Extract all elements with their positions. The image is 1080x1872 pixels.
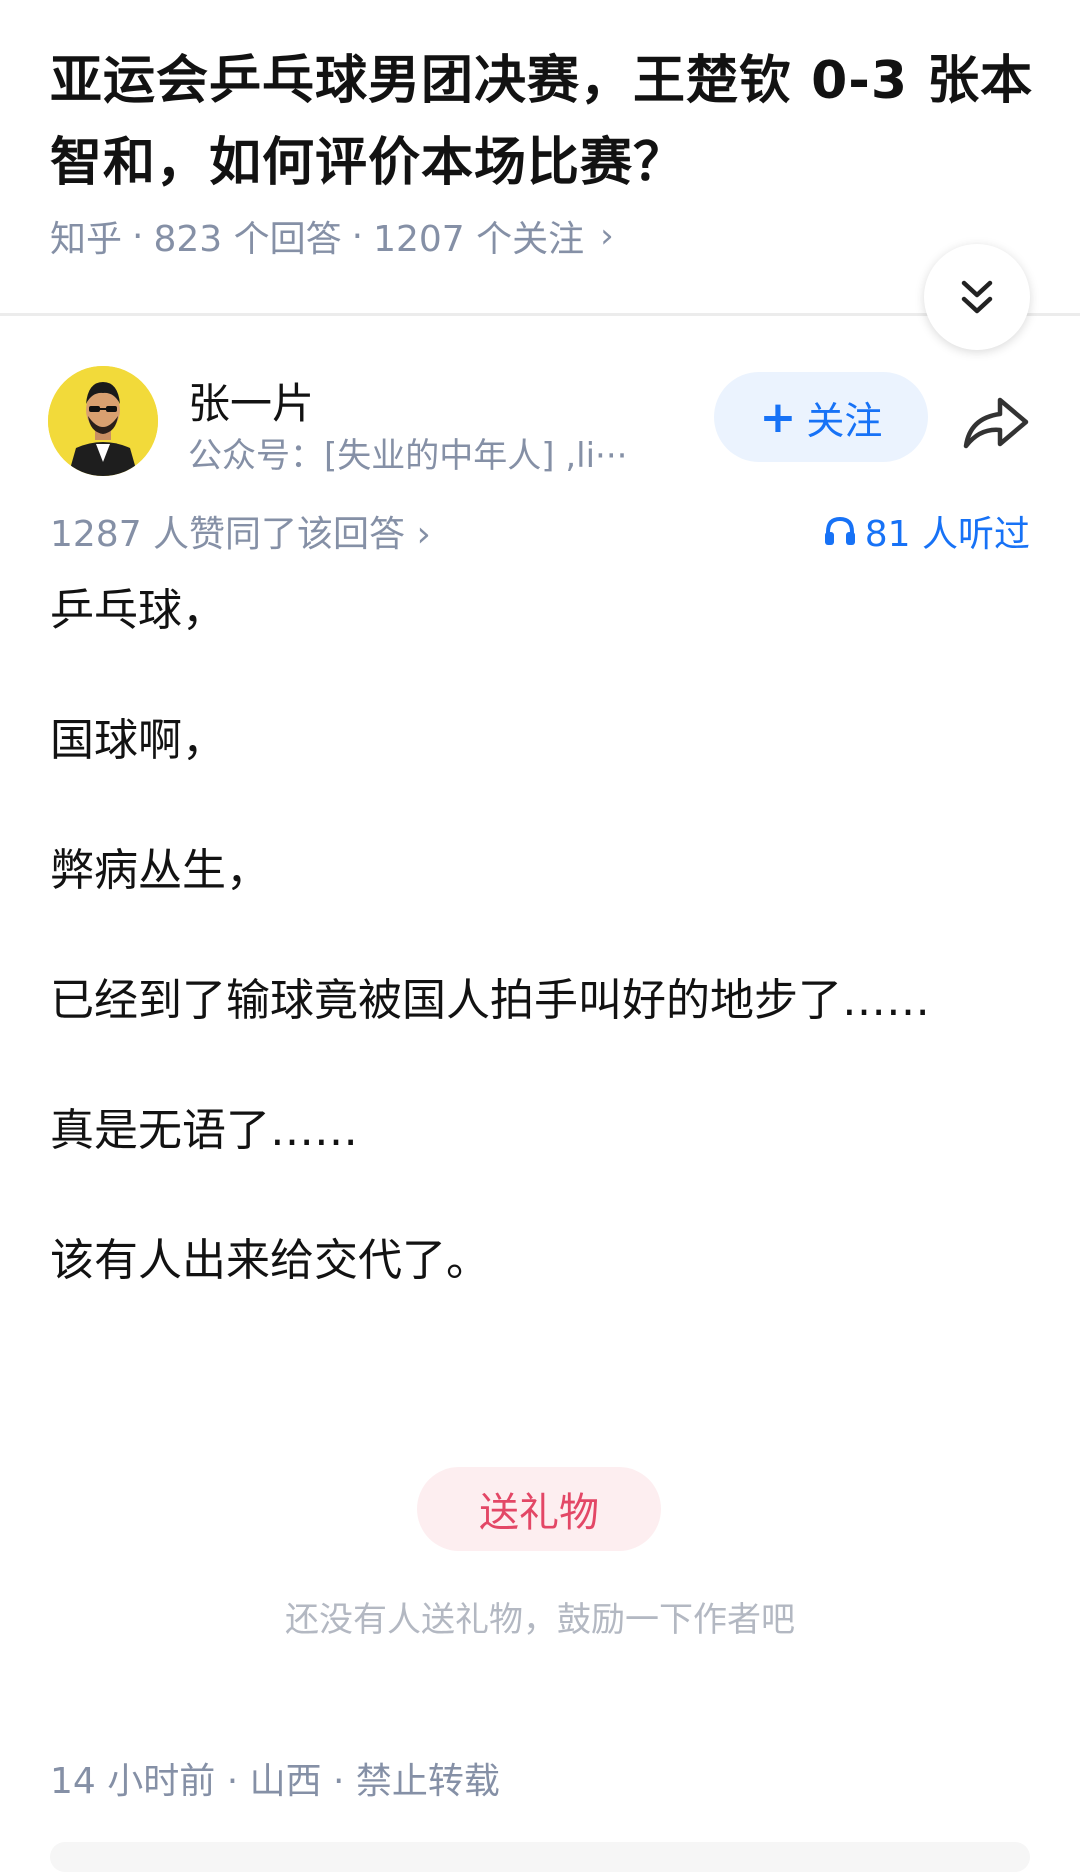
bottom-bar (50, 1842, 1030, 1872)
author-name[interactable]: 张一片 (188, 370, 314, 431)
source-label: 知乎 (50, 219, 123, 260)
answer-paragraph: 国球啊， (50, 715, 226, 766)
headphones-icon (824, 516, 855, 545)
gift-hint: 还没有人送礼物，鼓励一下作者吧 (285, 1600, 795, 1640)
chevron-right-icon: › (600, 216, 614, 256)
vote-count[interactable]: 1287 人赞同了该回答 › (50, 505, 431, 557)
double-chevron-down-icon (961, 280, 993, 314)
divider (0, 313, 1080, 316)
avatar-image (48, 366, 158, 476)
meta-separator: · (351, 215, 364, 257)
listen-count[interactable]: 81 人听过 (823, 505, 1030, 557)
post-meta: 14 小时前 · 山西 · 禁止转载 (50, 1761, 500, 1802)
answer-paragraph: 真是无语了…… (50, 1105, 358, 1156)
follow-button[interactable]: + 关注 (714, 372, 928, 462)
answer-paragraph: 乒乓球， (50, 585, 226, 636)
share-icon[interactable] (960, 392, 1032, 452)
question-title: 亚运会乒乓球男团决赛，王楚钦 0-3 张本智和，如何评价本场比赛？ (50, 51, 1034, 193)
vote-count-label: 1287 人赞同了该回答 (50, 514, 406, 555)
author-row: 张一片 公众号：[失业的中年人] ,li··· + 关注 (0, 360, 1080, 480)
answer-paragraph: 该有人出来给交代了。 (50, 1235, 490, 1286)
chevron-right-icon: › (416, 514, 431, 555)
listen-label: 81 人听过 (864, 514, 1030, 555)
collapse-button[interactable] (924, 244, 1030, 350)
send-gift-button[interactable]: 送礼物 (417, 1467, 661, 1551)
plus-icon: + (759, 391, 797, 443)
follow-label: 关注 (806, 398, 883, 443)
author-bio: 公众号：[失业的中年人] ,li··· (188, 436, 628, 476)
vote-row: 1287 人赞同了该回答 › 81 人听过 (50, 505, 1030, 557)
avatar[interactable] (48, 366, 158, 476)
answer-paragraph: 已经到了输球竟被国人拍手叫好的地步了…… (50, 975, 930, 1026)
answer-content: 乒乓球， 国球啊， 弊病丛生， 已经到了输球竟被国人拍手叫好的地步了…… 真是无… (50, 580, 980, 1360)
follow-count: 1207 个关注 (373, 219, 585, 260)
meta-separator: · (132, 215, 144, 257)
answer-paragraph: 弊病丛生， (50, 845, 270, 896)
question-meta[interactable]: 知乎 · 823 个回答 · 1207 个关注 › (50, 210, 614, 262)
answer-count: 823 个回答 (153, 219, 342, 260)
